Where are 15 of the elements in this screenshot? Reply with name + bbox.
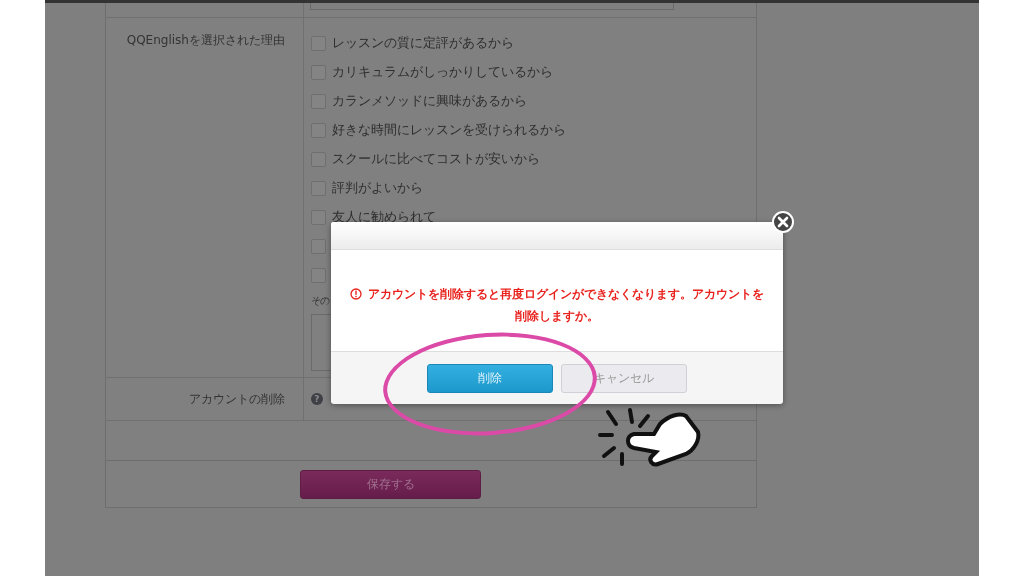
checkbox-label: スクールに比べてコストが安いから xyxy=(331,151,540,168)
text-area[interactable] xyxy=(309,3,674,10)
field-label: QQEnglishを選択された理由 xyxy=(126,33,285,47)
field-label: その xyxy=(310,295,330,306)
checkbox-label: カランメソッドに興味があるから xyxy=(331,93,527,110)
field-label: アカウントの削除 xyxy=(188,390,285,408)
save-button[interactable]: 保存する xyxy=(300,469,482,499)
warning-icon xyxy=(350,287,362,300)
checkbox-label: 好きな時間にレッスンを受けられるから xyxy=(331,122,566,139)
delete-button[interactable]: 削除 xyxy=(427,363,553,393)
checkbox-label: レッスンの質に定評があるから xyxy=(331,35,514,52)
confirm-message: アカウントを削除すると再度ログインができなくなります。アカウントを削除しますか。 xyxy=(368,286,764,323)
checkbox-label: 評判がよいから xyxy=(331,180,423,197)
checkbox-label: カリキュラムがしっかりしているから xyxy=(331,64,553,81)
help-icon[interactable]: ? xyxy=(310,393,323,405)
